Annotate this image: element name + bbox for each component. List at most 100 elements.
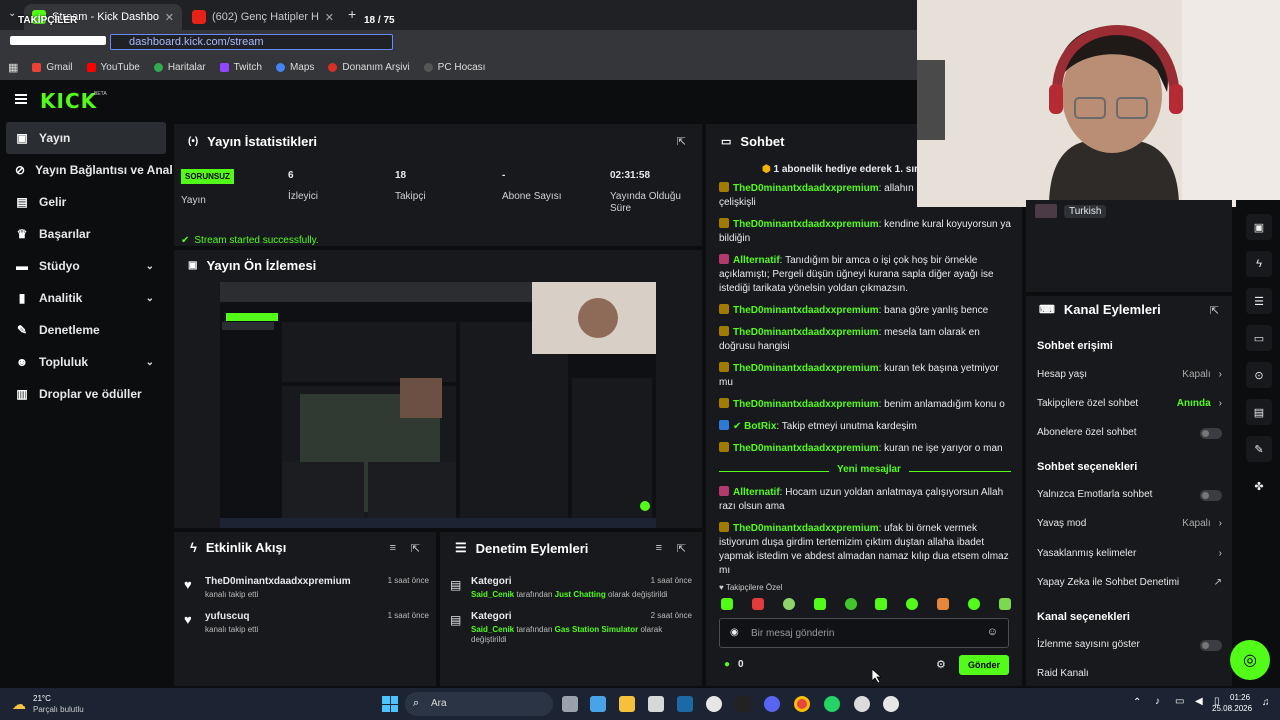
setting-yavas-mod[interactable]: Yavaş mod Kapalı › (1037, 514, 1222, 532)
task-view-icon[interactable] (562, 696, 578, 712)
emote-icon[interactable] (906, 598, 919, 610)
channel-points[interactable]: ● 0 (724, 659, 744, 670)
copilot-icon[interactable] (590, 696, 606, 712)
whatsapp-icon[interactable] (824, 696, 840, 712)
bookmark-youtube[interactable]: YouTube (86, 62, 140, 73)
abone-sohbet-toggle[interactable] (1200, 428, 1222, 439)
windows-start-icon[interactable] (382, 696, 398, 712)
popout-icon[interactable]: ⇱ (411, 542, 420, 555)
activity-user[interactable]: yufuscuq (205, 611, 249, 622)
chat-username[interactable]: Allternatif (733, 487, 780, 498)
setting-ai-moderation[interactable]: Yapay Zeka ile Sohbet Denetimi ↗ (1037, 573, 1222, 591)
view-count-toggle[interactable] (1200, 640, 1222, 651)
tab-youtube[interactable]: (602) Genç Hatipler Hutbe Yarış… ✕ (184, 4, 342, 30)
chat-username[interactable]: TheD0minantxdaadxxpremium (733, 305, 879, 316)
chat-username[interactable]: TheD0minantxdaadxxpremium (733, 327, 879, 338)
chrome-icon[interactable] (794, 696, 810, 712)
chat-input[interactable]: ◉ Bir mesaj gönderin ☺ (719, 618, 1009, 648)
sidebar-item-analitik[interactable]: ▮ Analitik ⌄ (0, 282, 172, 314)
chat-username[interactable]: Allternatif (733, 255, 780, 266)
chat-username[interactable]: TheD0minantxdaadxxpremium (733, 219, 879, 230)
volume-icon[interactable]: ◀ (1195, 696, 1203, 707)
new-tab-button[interactable]: + (348, 6, 356, 22)
sidebar-item-yayin[interactable]: ▣ Yayın (6, 122, 166, 154)
chat-username[interactable]: TheD0minantxdaadxxpremium (733, 363, 879, 374)
url-input[interactable]: dashboard.kick.com/stream (110, 34, 393, 50)
sidebar-item-basarilar[interactable]: ♛ Başarılar (0, 218, 172, 250)
sidebar-item-studyo[interactable]: ▬ Stüdyo ⌄ (0, 250, 172, 282)
toolbar-chat-icon[interactable]: ▭ (1246, 325, 1272, 351)
emote-icon[interactable] (844, 598, 857, 610)
emote-icon[interactable] (751, 598, 764, 610)
help-support-icon[interactable]: ◎ (1230, 640, 1270, 680)
file-explorer-icon[interactable] (619, 696, 635, 712)
emote-icon[interactable] (875, 598, 888, 610)
settings-gear-icon[interactable] (854, 696, 870, 712)
tray-chevron-icon[interactable]: ⌃ (1133, 697, 1141, 708)
language-tag[interactable]: Turkish (1064, 205, 1107, 218)
moderator-name[interactable]: Said_Cenik (471, 590, 514, 599)
activity-user[interactable]: TheD0minantxdaadxxpremium (205, 576, 351, 587)
category-name[interactable]: Gas Station Simulator (555, 625, 639, 634)
sidebar-item-denetleme[interactable]: ✎ Denetleme (0, 314, 172, 346)
setting-hesap-yasi[interactable]: Hesap yaşı Kapalı › (1037, 365, 1222, 383)
msi-icon[interactable] (735, 696, 751, 712)
emoji-icon[interactable]: ☺ (987, 626, 998, 638)
emote-icon[interactable] (782, 598, 795, 610)
toolbar-activity-icon[interactable]: ϟ (1246, 251, 1272, 277)
taskbar-search[interactable]: ⌕ Ara (405, 692, 553, 716)
toolbar-moderation-icon[interactable]: ▤ (1246, 399, 1272, 425)
emote-icon[interactable] (937, 598, 950, 610)
tab-close-icon[interactable]: ✕ (325, 11, 334, 24)
weather-temp[interactable]: 21°C (33, 694, 51, 703)
apps-grid-icon[interactable]: ▦ (8, 61, 18, 74)
tab-close-icon[interactable]: ✕ (165, 11, 174, 24)
emote-icon[interactable] (813, 598, 826, 610)
emote-icon[interactable] (721, 598, 733, 610)
toolbar-list-icon[interactable]: ☰ (1246, 288, 1272, 314)
emote-only-toggle[interactable] (1200, 490, 1222, 501)
toolbar-wrench-icon[interactable]: ✎ (1246, 436, 1272, 462)
popout-icon[interactable]: ⇱ (1210, 304, 1219, 317)
notification-bell-icon[interactable]: ♫ (1262, 697, 1270, 708)
toolbar-apps-icon[interactable]: ✤ (1246, 473, 1272, 499)
popout-icon[interactable]: ⇱ (677, 135, 686, 148)
toolbar-stats-icon[interactable]: ▣ (1246, 214, 1272, 240)
filter-icon[interactable]: ≡ (656, 542, 662, 554)
steam-icon[interactable] (677, 696, 693, 712)
bookmark-maps[interactable]: Maps (275, 62, 314, 73)
stream-preview-video[interactable] (220, 282, 656, 528)
chat-settings-gear-icon[interactable]: ⚙ (936, 658, 946, 671)
sidebar-item-topluluk[interactable]: ☻ Topluluk ⌄ (0, 346, 172, 378)
popout-icon[interactable]: ⇱ (677, 542, 686, 555)
bookmark-twitch[interactable]: Twitch (219, 62, 262, 73)
category-name[interactable]: Just Chatting (555, 590, 606, 599)
kick-logo[interactable]: KICK (40, 89, 97, 113)
chat-username[interactable]: TheD0minantxdaadxxpremium (733, 443, 879, 454)
store-icon[interactable] (648, 696, 664, 712)
obs-icon[interactable] (883, 696, 899, 712)
sidebar-item-baglanti[interactable]: ⊘ Yayın Bağlantısı ve Anahtar (0, 154, 172, 186)
emote-icon[interactable] (998, 598, 1011, 610)
setting-takipci-sohbet[interactable]: Takipçilere özel sohbet Anında › (1037, 394, 1222, 412)
chat-username[interactable]: BotRix (744, 421, 776, 432)
tab-search-icon[interactable]: ⌄ (8, 8, 16, 19)
sidebar-item-droplar[interactable]: ▥ Droplar ve ödüller (0, 378, 172, 410)
emote-icon[interactable] (968, 598, 980, 610)
chat-username[interactable]: TheD0minantxdaadxxpremium (733, 523, 879, 534)
chat-username[interactable]: TheD0minantxdaadxxpremium (733, 183, 879, 194)
network-icon[interactable]: ▭ (1175, 696, 1184, 707)
filter-icon[interactable]: ≡ (390, 542, 396, 554)
discord-icon[interactable] (764, 696, 780, 712)
clock-time[interactable]: 01:26 (1230, 693, 1250, 702)
chatgpt-icon[interactable] (706, 696, 722, 712)
moderator-name[interactable]: Said_Cenik (471, 625, 514, 634)
toolbar-broadcast-icon[interactable]: ⊙ (1246, 362, 1272, 388)
bookmark-donanim-arsivi[interactable]: Donanım Arşivi (328, 62, 410, 73)
menu-hamburger-icon[interactable] (15, 94, 27, 104)
setting-banned-words[interactable]: Yasaklanmış kelimeler › (1037, 544, 1222, 562)
bookmark-haritalar[interactable]: Haritalar (153, 62, 206, 73)
send-button[interactable]: Gönder (959, 655, 1009, 675)
sidebar-item-gelir[interactable]: ▤ Gelir (0, 186, 172, 218)
chat-username[interactable]: TheD0minantxdaadxxpremium (733, 399, 879, 410)
